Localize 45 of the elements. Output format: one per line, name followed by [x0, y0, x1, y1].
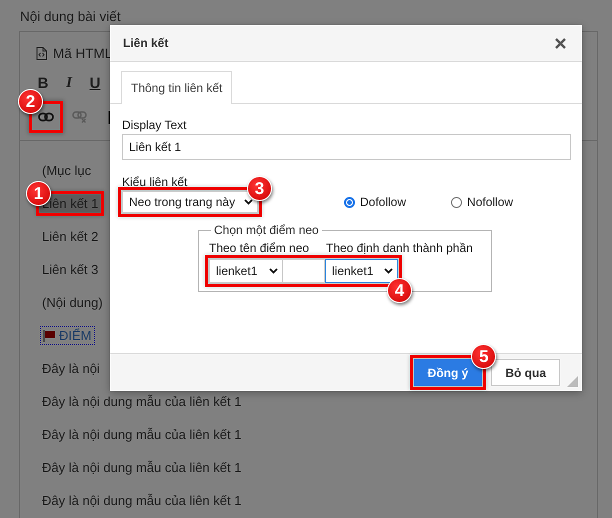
resize-grip-icon — [567, 376, 578, 387]
display-text-field[interactable]: Liên kết 1 — [122, 134, 571, 160]
paragraph-text: (Mục lục — [41, 162, 92, 179]
step-badge: 4 — [387, 278, 412, 303]
cancel-button[interactable]: Bỏ qua — [491, 359, 560, 386]
format-button[interactable]: B — [32, 74, 54, 92]
paragraph-text: Liên kết 2 — [41, 228, 100, 245]
chevron-icon — [244, 199, 253, 205]
paragraph-text: Liên kết 3 — [41, 261, 100, 278]
paragraph-text: Đây là nội dung mẫu của liên kết 1 — [41, 459, 242, 476]
anchor-name-select[interactable]: lienket1 — [209, 259, 283, 283]
element-id-select[interactable]: lienket1 — [325, 259, 398, 283]
input-field[interactable] — [283, 259, 325, 283]
paragraph-text: Đây là nội — [41, 360, 101, 377]
paragraph-text: Đây là nội dung mẫu của liên kết 1 — [41, 426, 242, 443]
chevron-icon — [384, 268, 393, 274]
close-icon — [554, 38, 566, 48]
step-badge: 3 — [247, 176, 272, 201]
paragraph-text: (Nội dung) — [41, 294, 104, 311]
radio-option[interactable]: Dofollow — [344, 195, 406, 209]
field-label: Theo tên điểm neo — [209, 241, 310, 255]
paragraph-text: Đây là nội dung mẫu của liên kết 1 — [41, 393, 242, 410]
html-source-button[interactable]: Mã HTML — [32, 46, 116, 60]
close-button[interactable] — [552, 35, 568, 51]
format-button[interactable]: I — [58, 74, 80, 92]
field-label: Theo định danh thành phần — [326, 241, 473, 255]
unlink-icon — [72, 111, 88, 123]
flag-icon — [43, 330, 56, 342]
radio-button[interactable] — [344, 196, 355, 208]
step-badge: 5 — [471, 344, 496, 369]
field-label: Display Text — [122, 118, 186, 132]
section-heading: Nội dung bài viết — [20, 9, 121, 24]
code-file-icon — [36, 46, 47, 60]
format-button[interactable]: U — [84, 74, 106, 92]
link-icon — [38, 112, 54, 122]
field-label: Kiểu liên kết — [122, 175, 188, 189]
step-badge: 2 — [18, 89, 43, 114]
chevron-icon — [269, 268, 278, 274]
anchor-marker: ĐIỂM — [40, 326, 94, 345]
paragraph-text: Đây là nội dung mẫu của liên kết 1 — [41, 492, 242, 509]
fieldset-legend: Chọn một điểm neo — [211, 223, 322, 237]
radio-option[interactable]: Nofollow — [451, 195, 514, 209]
dialog-tab[interactable]: Thông tin liên kết — [121, 71, 232, 104]
dialog-title: Liên kết — [123, 36, 168, 50]
radio-button[interactable] — [451, 196, 462, 208]
